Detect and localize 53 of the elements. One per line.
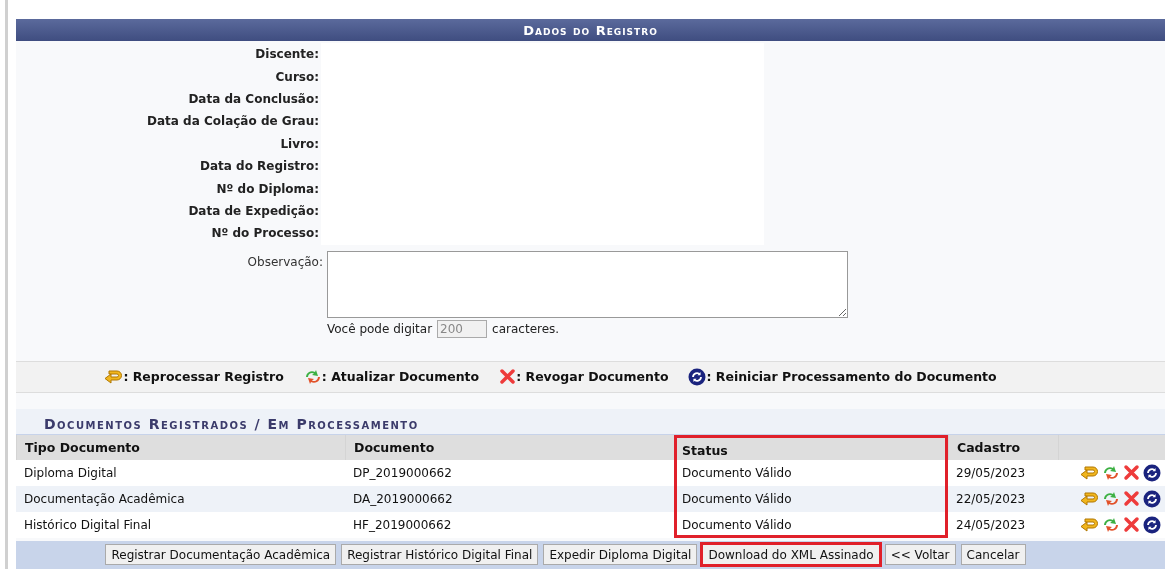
close-icon <box>1123 490 1140 508</box>
table-cell: DP_2019000662 <box>345 459 674 486</box>
field-label: Data do Registro: <box>199 158 320 176</box>
u-turn-arrow-icon <box>1080 516 1099 533</box>
field-label: Data da Conclusão: <box>187 91 320 109</box>
action-button[interactable]: Download do XML Assinado <box>702 544 880 566</box>
table-cell: DA_2019000662 <box>345 485 674 512</box>
table-cell: 22/05/2023 <box>948 485 1058 512</box>
observation-field[interactable] <box>327 250 848 318</box>
column-header: Cadastro <box>948 434 1058 460</box>
field-label: Livro: <box>279 135 320 153</box>
table-cell: 24/05/2023 <box>948 511 1058 538</box>
counter-text: caracteres. <box>492 321 560 336</box>
field-label: Data de Expedição: <box>187 203 320 220</box>
section-title: Documentos Registrados / Em Processamento <box>16 408 1165 435</box>
table-cell: Documento Válido <box>674 511 948 538</box>
field-label: Curso: <box>274 68 320 86</box>
table-cell: Histórico Digital Final <box>16 511 345 538</box>
action-button[interactable]: Registrar Documentação Acadêmica <box>105 544 337 566</box>
u-turn-arrow-icon <box>1080 464 1099 481</box>
close-icon <box>1123 516 1140 534</box>
refresh-circle-icon <box>1143 489 1161 508</box>
u-turn-arrow-icon <box>104 368 124 385</box>
table-cell: Documentação Acadêmica <box>16 485 345 512</box>
legend-label: : Atualizar Documento <box>321 369 480 385</box>
action-button[interactable]: Registrar Histórico Digital Final <box>341 544 539 566</box>
column-header: Status <box>674 434 948 460</box>
counter-text: Você pode digitar <box>327 321 433 336</box>
field-label: Nº do Diploma: <box>215 180 320 198</box>
table-cell: 29/05/2023 <box>948 459 1058 486</box>
field-label: Nº do Processo: <box>210 225 320 243</box>
action-button[interactable]: Expedir Diploma Digital <box>543 544 698 566</box>
refresh-circle-icon <box>688 367 707 386</box>
column-header: Documento <box>345 434 674 460</box>
refresh-circle-icon <box>1143 463 1161 482</box>
field-label: Data da Colação de Grau: <box>146 113 320 131</box>
panel-title: Dados do Registro <box>16 19 1165 42</box>
u-turn-arrow-icon <box>1080 490 1099 507</box>
table-cell: Documento Válido <box>674 459 948 486</box>
column-header: Tipo Documento <box>16 434 345 460</box>
legend-label: : Reprocessar Registro <box>123 369 284 385</box>
action-button[interactable]: Cancelar <box>960 544 1026 566</box>
legend-label: : Reiniciar Processamento do Documento <box>706 369 997 385</box>
table-cell: Documento Válido <box>674 485 948 512</box>
close-icon <box>1123 464 1140 482</box>
legend-label: : Revogar Documento <box>516 369 669 385</box>
close-icon <box>499 368 517 386</box>
field-label: Discente: <box>254 46 320 64</box>
field-label: Observação: <box>246 253 323 271</box>
refresh-circle-icon <box>1143 515 1161 534</box>
table-cell: HF_2019000662 <box>345 511 674 538</box>
action-button[interactable]: << Voltar <box>884 544 956 566</box>
table-cell: Diploma Digital <box>16 459 345 486</box>
